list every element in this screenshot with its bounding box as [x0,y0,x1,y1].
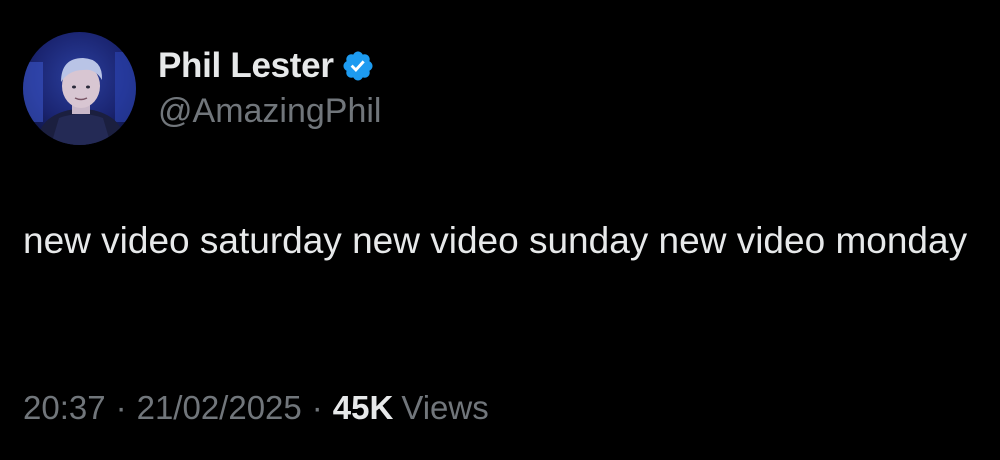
tweet-date[interactable]: 21/02/2025 [137,389,302,427]
author-display-name[interactable]: Phil Lester [158,46,334,86]
views-count[interactable]: 45K [333,389,394,427]
verified-badge-icon[interactable] [341,49,375,83]
author-avatar[interactable] [23,32,136,145]
avatar-photo-image [23,32,136,145]
tweet-card: Phil Lester @AmazingPhil new video satur… [0,0,1000,460]
meta-separator: · [311,389,323,426]
tweet-time[interactable]: 20:37 [23,389,106,427]
views-label[interactable]: Views [401,389,488,427]
tweet-text: new video saturday new video sunday new … [23,220,968,261]
author-name-row: Phil Lester [158,42,375,90]
meta-separator: · [115,389,127,426]
author-handle[interactable]: @AmazingPhil [158,92,382,131]
tweet-meta: 20:37 · 21/02/2025 · 45K Views [23,389,489,427]
